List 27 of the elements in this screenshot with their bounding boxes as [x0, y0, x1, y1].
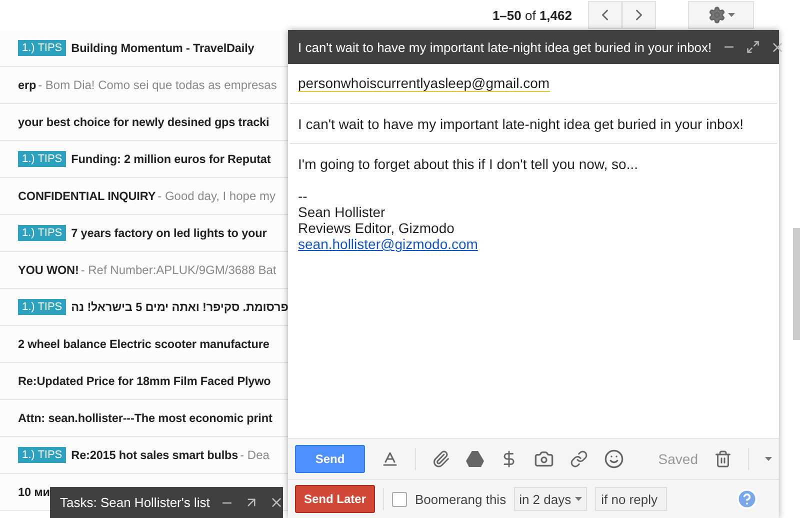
message-subject: YOU WON! — [18, 263, 79, 277]
message-subject: Attn: sean.hollister---The most economic print — [18, 411, 272, 425]
label-tag: 1.) TIPS — [18, 40, 66, 56]
message-subject: erp — [18, 78, 36, 92]
message-snippet: - Ref Number:APLUK/9GM/3688 Bat — [80, 263, 276, 277]
message-snippet: - Dea — [240, 448, 270, 462]
message-subject: Re:2015 hot sales smart bulbs — [71, 448, 238, 462]
message-subject: Re:Updated Price for 18mm Film Faced Plywo — [18, 374, 271, 388]
saved-status: Saved — [658, 451, 698, 467]
message-snippet: - Bom Dia! Como sei que todas as empresas — [38, 78, 277, 92]
message-snippet: - Good day, I hope my — [158, 189, 276, 203]
message-subject: Building Momentum - TravelDaily — [71, 41, 254, 55]
label-tag: 1.) TIPS — [18, 447, 66, 463]
message-subject: your best choice for newly desined gps tracki — [18, 115, 270, 129]
checkbox-label: Boomerang this — [415, 492, 506, 506]
message-subject: Funding: 2 million euros for Reputat — [71, 152, 271, 166]
label-tag: 1.) TIPS — [18, 151, 66, 167]
message-subject: CONFIDENTIAL INQUIRY — [18, 189, 156, 203]
label-tag: 1.) TIPS — [18, 225, 66, 241]
window-title: I can't wait to have my important late-night idea get buried in your inbox! — [298, 40, 712, 54]
label-tag: 1.) TIPS — [18, 299, 66, 315]
page-range: 1–50 of 1,462 — [492, 8, 572, 22]
message-subject: 2 wheel balance Electric scooter manufacture — [18, 337, 270, 351]
message-subject: 10 ми — [18, 485, 50, 499]
message-subject: 7 years factory on led lights to your — [71, 226, 267, 240]
tasks-title: Tasks: Sean Hollister's list — [60, 495, 210, 510]
message-subject: פרסומת. סקיפר! ואתה ימים 5 בישראל! נה — [71, 300, 288, 314]
